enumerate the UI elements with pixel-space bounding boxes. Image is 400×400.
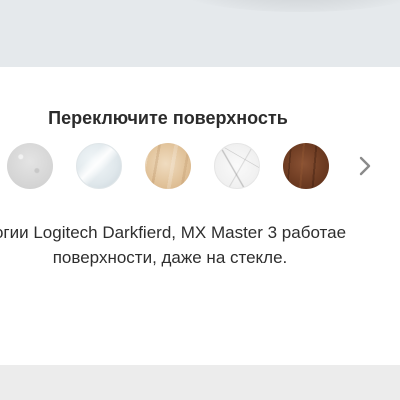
- surface-swatch-glass[interactable]: [76, 143, 122, 189]
- surface-swatch-marble[interactable]: [214, 143, 260, 189]
- footer-band: [0, 365, 400, 400]
- surface-swatch-dark-wood[interactable]: [283, 143, 329, 189]
- hero-image: [0, 0, 400, 67]
- surface-picker-title: Переключите поверхность: [48, 108, 288, 128]
- mouse-image: [170, 0, 400, 12]
- surface-swatch-list: [0, 143, 400, 189]
- next-surface-button[interactable]: [352, 143, 378, 189]
- surface-swatch-light-wood[interactable]: [145, 143, 191, 189]
- chevron-right-icon: [359, 156, 371, 176]
- description-line-1: огии Logitech Darkfierd, MX Master 3 раб…: [0, 223, 347, 242]
- surface-swatch-fabric[interactable]: [7, 143, 53, 189]
- page: Переключите поверхность огии Logitech Da…: [0, 0, 400, 400]
- description-line-2: поверхности, даже на стекле.: [52, 248, 288, 267]
- surface-description: огии Logitech Darkfierd, MX Master 3 раб…: [0, 220, 400, 270]
